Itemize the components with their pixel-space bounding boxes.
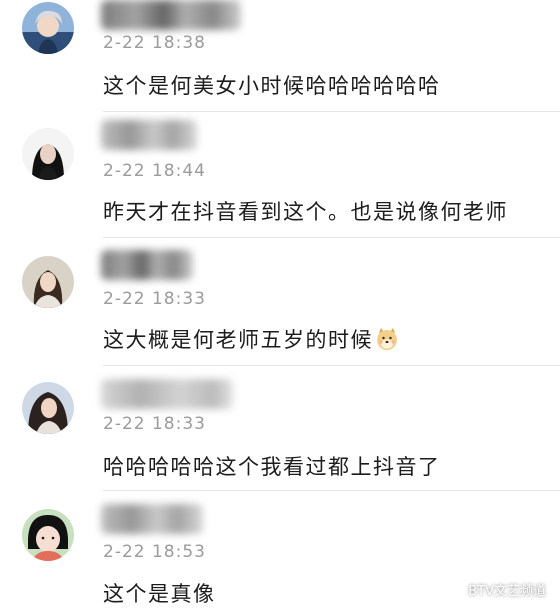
- blurred-username: [101, 0, 241, 30]
- watermark: BTV文艺频道: [441, 578, 546, 600]
- divider: [103, 111, 560, 112]
- blurred-username: [101, 504, 203, 534]
- comment-text-content: 这大概是何老师五岁的时候: [103, 328, 373, 352]
- blurred-username: [101, 250, 193, 280]
- avatar[interactable]: [22, 128, 74, 180]
- comment-time: 2-22 18:33: [103, 289, 206, 309]
- divider: [103, 365, 560, 366]
- comment-time: 2-22 18:44: [103, 161, 206, 181]
- comment-text: 这个是真像: [103, 582, 216, 606]
- avatar[interactable]: [22, 256, 74, 308]
- watermark-label: BTV文艺频道: [468, 583, 546, 599]
- comment-text: 这大概是何老师五岁的时候: [103, 324, 399, 356]
- blurred-username: [101, 379, 233, 409]
- wechat-icon: [441, 578, 463, 600]
- avatar[interactable]: [22, 509, 74, 561]
- comment-time: 2-22 18:33: [103, 414, 206, 434]
- comment-text: 哈哈哈哈哈这个我看过都上抖音了: [103, 455, 441, 479]
- comment-text: 这个是何美女小时候哈哈哈哈哈哈: [103, 74, 441, 98]
- comment-time: 2-22 18:38: [103, 33, 206, 53]
- avatar[interactable]: [22, 382, 74, 434]
- avatar[interactable]: [22, 2, 74, 54]
- divider: [103, 237, 560, 238]
- comment-time: 2-22 18:53: [103, 542, 206, 562]
- divider: [103, 490, 560, 491]
- blurred-username: [101, 120, 197, 150]
- dog-emoji-icon: [375, 327, 399, 356]
- comment-text: 昨天才在抖音看到这个。也是说像何老师: [103, 200, 508, 224]
